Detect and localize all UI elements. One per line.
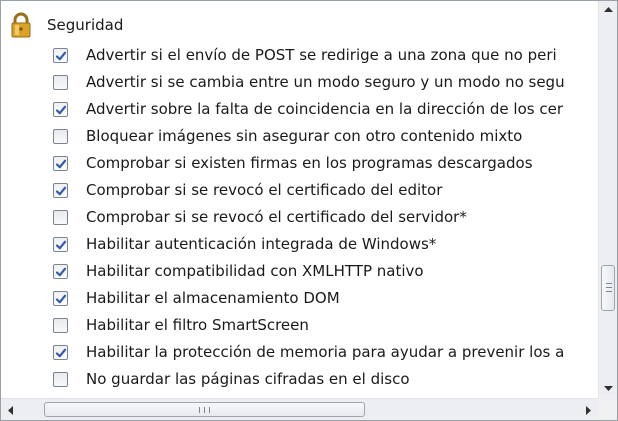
scroll-up-arrow[interactable]: [599, 1, 617, 19]
setting-label: Habilitar compatibilidad con XMLHTTP nat…: [86, 262, 424, 280]
vertical-scrollbar[interactable]: [598, 1, 617, 398]
thumb-grip-line: [606, 287, 612, 288]
setting-item[interactable]: Advertir sobre la falta de coincidencia …: [53, 96, 563, 123]
unchecked-checkbox[interactable]: [53, 210, 68, 225]
section-header-seguridad: Seguridad: [9, 12, 123, 38]
setting-label: Comprobar si existen firmas en los progr…: [86, 154, 533, 172]
checked-checkbox[interactable]: [53, 183, 68, 198]
setting-item[interactable]: Bloquear imágenes sin asegurar con otro …: [53, 123, 522, 150]
setting-label: Comprobar si se revocó el certificado de…: [86, 181, 443, 199]
setting-item[interactable]: Habilitar autenticación integrada de Win…: [53, 231, 436, 258]
setting-label: Habilitar la protección de memoria para …: [86, 343, 565, 361]
scroll-right-arrow[interactable]: [578, 399, 598, 420]
checked-checkbox[interactable]: [53, 345, 68, 360]
setting-label: Comprobar si se revocó el certificado de…: [86, 208, 467, 226]
setting-label: Habilitar el filtro SmartScreen: [86, 316, 309, 334]
setting-label: Advertir sobre la falta de coincidencia …: [86, 100, 563, 118]
checked-checkbox[interactable]: [53, 156, 68, 171]
setting-item[interactable]: Comprobar si existen firmas en los progr…: [53, 150, 533, 177]
setting-item[interactable]: No guardar las páginas cifradas en el di…: [53, 366, 410, 393]
setting-label: Advertir si se cambia entre un modo segu…: [86, 73, 565, 91]
setting-label: Advertir si el envío de POST se redirige…: [86, 46, 557, 64]
unchecked-checkbox[interactable]: [53, 75, 68, 90]
lock-icon: [9, 12, 33, 38]
checked-checkbox[interactable]: [53, 48, 68, 63]
thumb-grip-line: [606, 291, 612, 292]
setting-item[interactable]: Habilitar el filtro SmartScreen: [53, 312, 309, 339]
thumb-grip-line: [204, 406, 205, 413]
settings-list: Seguridad Advertir si el envío de POST s…: [1, 1, 598, 398]
setting-item[interactable]: Habilitar la protección de memoria para …: [53, 339, 564, 366]
vertical-scroll-thumb[interactable]: [601, 265, 615, 311]
setting-label: Habilitar autenticación integrada de Win…: [86, 235, 437, 253]
setting-item[interactable]: Advertir si el envío de POST se redirige…: [53, 42, 557, 69]
unchecked-checkbox[interactable]: [53, 372, 68, 387]
scrollbar-corner: [598, 398, 617, 420]
setting-label: Habilitar el almacenamiento DOM: [86, 289, 340, 307]
unchecked-checkbox[interactable]: [53, 318, 68, 333]
thumb-grip-line: [209, 406, 210, 413]
checked-checkbox[interactable]: [53, 102, 68, 117]
setting-item[interactable]: Comprobar si se revocó el certificado de…: [53, 177, 442, 204]
setting-label: No guardar las páginas cifradas en el di…: [86, 370, 410, 388]
unchecked-checkbox[interactable]: [53, 129, 68, 144]
setting-item[interactable]: Habilitar compatibilidad con XMLHTTP nat…: [53, 258, 424, 285]
scroll-down-arrow[interactable]: [599, 380, 617, 398]
setting-item[interactable]: Comprobar si se revocó el certificado de…: [53, 204, 467, 231]
checked-checkbox[interactable]: [53, 291, 68, 306]
horizontal-scrollbar[interactable]: [1, 398, 598, 420]
scroll-left-arrow[interactable]: [1, 399, 21, 420]
checked-checkbox[interactable]: [53, 237, 68, 252]
thumb-grip-line: [199, 406, 200, 413]
setting-label: Bloquear imágenes sin asegurar con otro …: [86, 127, 523, 145]
security-settings-panel: Seguridad Advertir si el envío de POST s…: [0, 0, 618, 421]
setting-item[interactable]: Advertir si se cambia entre un modo segu…: [53, 69, 565, 96]
horizontal-scroll-thumb[interactable]: [44, 402, 365, 417]
section-title: Seguridad: [47, 16, 124, 34]
thumb-grip-line: [606, 283, 612, 284]
setting-item[interactable]: Habilitar el almacenamiento DOM: [53, 285, 340, 312]
checked-checkbox[interactable]: [53, 264, 68, 279]
